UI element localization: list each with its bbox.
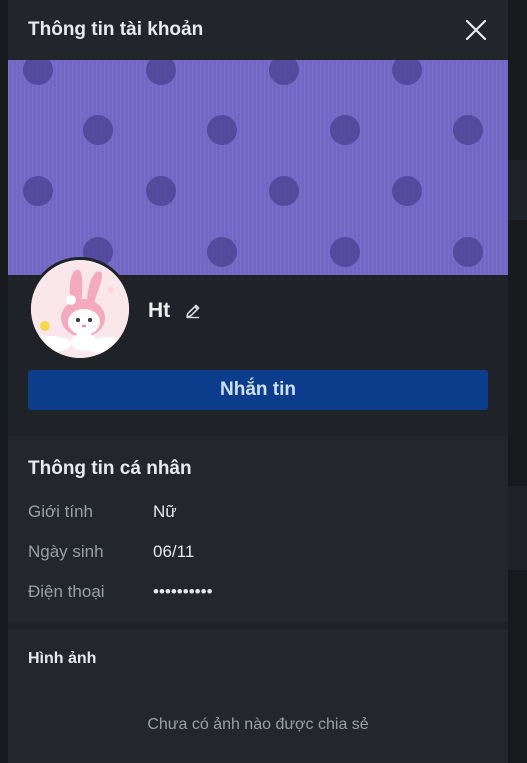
background-app-strip xyxy=(508,160,527,220)
avatar[interactable] xyxy=(28,257,132,361)
personal-info-title: Thông tin cá nhân xyxy=(28,458,192,479)
info-label: Điện thoại xyxy=(28,582,105,601)
cover-photo[interactable] xyxy=(8,60,508,275)
profile-name: Ht xyxy=(148,299,171,322)
background-app-strip xyxy=(508,486,527,570)
message-button[interactable]: Nhắn tin xyxy=(28,370,488,410)
profile-name-row: Ht xyxy=(148,299,202,323)
info-value: 06/11 xyxy=(153,542,195,561)
modal-title: Thông tin tài khoản xyxy=(28,19,204,40)
info-value: Nữ xyxy=(153,502,177,521)
images-empty-text: Chưa có ảnh nào được chia sẻ xyxy=(147,716,369,733)
account-info-modal: Thông tin tài khoản Ht Nhắn tin Thông ti… xyxy=(8,0,508,763)
info-value: •••••••••• xyxy=(153,582,213,601)
edit-pencil-icon[interactable] xyxy=(184,302,202,320)
profile-summary: Ht Nhắn tin xyxy=(8,257,508,430)
images-title: Hình ảnh xyxy=(28,650,97,667)
info-label: Ngày sinh xyxy=(28,542,104,561)
close-button[interactable] xyxy=(464,18,488,42)
bunny-character-icon xyxy=(31,260,129,358)
images-section: Hình ảnh Chưa có ảnh nào được chia sẻ xyxy=(8,630,508,763)
close-icon xyxy=(465,19,487,41)
info-label: Giới tính xyxy=(28,502,94,521)
personal-info-section: Thông tin cá nhân Giới tính Nữ Ngày sinh… xyxy=(8,436,508,622)
modal-header: Thông tin tài khoản xyxy=(8,0,508,60)
